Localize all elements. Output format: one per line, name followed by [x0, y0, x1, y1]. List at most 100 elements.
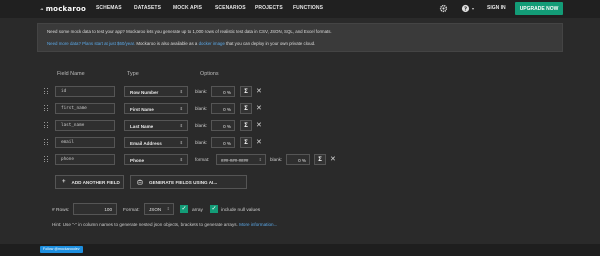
delete-field-icon[interactable]: ✕: [256, 121, 262, 130]
logo[interactable]: mockaroo: [40, 4, 86, 14]
chevron-updown-icon: ⇕: [166, 206, 170, 211]
chevron-updown-icon: ⇕: [179, 89, 183, 94]
field-type-select[interactable]: Phone ⇕: [124, 154, 188, 165]
drag-handle-icon[interactable]: [44, 156, 48, 163]
info-banner: Need some mock data to test your app? Mo…: [37, 23, 563, 52]
sigma-formula-button[interactable]: Σ: [314, 154, 326, 165]
docker-image-link[interactable]: docker image: [199, 41, 225, 46]
format-label: format:: [195, 157, 210, 162]
field-type-select[interactable]: Row Number ⇕: [124, 86, 188, 97]
field-type-label: Email Address: [130, 140, 162, 146]
svg-text:?: ?: [464, 6, 467, 12]
type-header: Type: [127, 71, 139, 77]
array-label: array: [192, 208, 203, 213]
delete-field-icon[interactable]: ✕: [256, 138, 262, 147]
kangaroo-logo-icon: [40, 8, 44, 10]
blank-percent-input[interactable]: 0 %: [211, 103, 235, 114]
chevron-updown-icon: ⇕: [179, 123, 183, 128]
field-name-header: Field Name: [57, 71, 85, 77]
output-format-select[interactable]: JSON ⇕: [144, 203, 174, 215]
field-name-input[interactable]: first_name: [55, 103, 115, 114]
chevron-updown-icon: ⇕: [179, 140, 183, 145]
blank-label: blank:: [270, 157, 283, 162]
delete-field-icon[interactable]: ✕: [256, 104, 262, 113]
field-name-input[interactable]: last_name: [55, 120, 115, 131]
field-type-select[interactable]: Last Name ⇕: [124, 120, 188, 131]
array-checkbox[interactable]: ✓: [180, 205, 188, 213]
field-name-input[interactable]: phone: [55, 154, 115, 165]
upgrade-now-button[interactable]: UPGRADE NOW: [515, 2, 563, 15]
chevron-updown-icon: ⇕: [258, 157, 262, 162]
field-type-label: Row Number: [130, 89, 159, 95]
twitter-follow-label: Follow @mockaroodev: [43, 247, 80, 251]
include-null-checkbox[interactable]: ✓: [210, 205, 218, 213]
delete-field-icon[interactable]: ✕: [330, 155, 336, 164]
sigma-formula-button[interactable]: Σ: [240, 103, 252, 114]
blank-label: blank:: [195, 106, 208, 111]
sigma-formula-button[interactable]: Σ: [240, 137, 252, 148]
field-row-phone: phone Phone ⇕ format: ###-###-#### ⇕ blank…: [44, 154, 374, 165]
blank-label: blank:: [195, 123, 208, 128]
more-information-link[interactable]: More information...: [239, 222, 277, 227]
blank-percent-input[interactable]: 0 %: [286, 154, 310, 165]
help-icon[interactable]: ?: [461, 4, 470, 13]
hint-text: Hint: Use "-" in column names to generat…: [52, 222, 277, 227]
rows-input[interactable]: 100: [73, 203, 117, 215]
blank-percent-input[interactable]: 0 %: [211, 86, 235, 97]
ai-robot-icon: [137, 179, 143, 185]
plus-icon: +: [62, 179, 66, 185]
blank-percent-input[interactable]: 0 %: [211, 120, 235, 131]
field-row-email: email Email Address ⇕ blank: 0 % Σ ✕: [44, 137, 374, 148]
drag-handle-icon[interactable]: [44, 88, 48, 95]
format-select-label: Format:: [123, 208, 140, 213]
banner-text: Mockaroo is also available as a: [135, 41, 199, 46]
footer: Follow @mockaroodev: [0, 244, 600, 256]
phone-format-select[interactable]: ###-###-#### ⇕: [216, 154, 266, 165]
output-format-value: JSON: [149, 207, 162, 212]
banner-line-2: Need more data? Plans start at just $60/…: [47, 41, 315, 46]
sign-in-link[interactable]: SIGN IN: [487, 5, 506, 11]
field-type-label: Phone: [130, 157, 145, 163]
add-field-label: ADD ANOTHER FIELD: [71, 179, 120, 185]
drag-handle-icon[interactable]: [44, 105, 48, 112]
twitter-follow-button[interactable]: Follow @mockaroodev: [40, 246, 83, 253]
banner-text-end: that you can deploy in your own private …: [224, 41, 316, 46]
field-type-label: Last Name: [130, 123, 154, 129]
field-row-id: id Row Number ⇕ blank: 0 % Σ ✕: [44, 86, 374, 97]
nav-schemas[interactable]: SCHEMAS: [96, 5, 122, 11]
generate-fields-label: GENERATE FIELDS USING AI...: [149, 179, 218, 185]
field-row-first-name: first_name First Name ⇕ blank: 0 % Σ ✕: [44, 103, 374, 114]
pricing-link[interactable]: Need more data? Plans start at just $60/…: [47, 41, 135, 46]
delete-field-icon[interactable]: ✕: [256, 87, 262, 96]
field-type-select[interactable]: Email Address ⇕: [124, 137, 188, 148]
chevron-updown-icon: ⇕: [179, 157, 183, 162]
rows-label: # Rows:: [52, 208, 70, 213]
nav-scenarios[interactable]: SCENARIOS: [215, 5, 246, 11]
blank-label: blank:: [195, 140, 208, 145]
top-navbar: mockaroo SCHEMAS DATASETS MOCK APIS SCEN…: [0, 0, 600, 18]
field-type-select[interactable]: First Name ⇕: [124, 103, 188, 114]
generate-fields-ai-button[interactable]: GENERATE FIELDS USING AI...: [130, 175, 247, 189]
field-row-last-name: last_name Last Name ⇕ blank: 0 % Σ ✕: [44, 120, 374, 131]
nav-mock-apis[interactable]: MOCK APIS: [173, 5, 202, 11]
nav-functions[interactable]: FUNCTIONS: [293, 5, 323, 11]
banner-line-1: Need some mock data to test your app? Mo…: [47, 29, 332, 34]
blank-label: blank:: [195, 89, 208, 94]
gear-icon[interactable]: [439, 4, 448, 13]
drag-handle-icon[interactable]: [44, 122, 48, 129]
logo-text: mockaroo: [45, 5, 86, 13]
sigma-formula-button[interactable]: Σ: [240, 86, 252, 97]
include-null-label: include null values: [221, 208, 261, 213]
sigma-formula-button[interactable]: Σ: [240, 120, 252, 131]
nav-datasets[interactable]: DATASETS: [134, 5, 161, 11]
field-name-input[interactable]: id: [55, 86, 115, 97]
help-chevron-down-icon[interactable]: ▾: [472, 6, 474, 11]
options-header: Options: [200, 71, 219, 77]
nav-projects[interactable]: PROJECTS: [255, 5, 283, 11]
field-name-input[interactable]: email: [55, 137, 115, 148]
drag-handle-icon[interactable]: [44, 139, 48, 146]
add-another-field-button[interactable]: + ADD ANOTHER FIELD: [55, 175, 124, 189]
blank-percent-input[interactable]: 0 %: [211, 137, 235, 148]
hint-body: Hint: Use "-" in column names to generat…: [52, 222, 240, 227]
chevron-updown-icon: ⇕: [179, 106, 183, 111]
